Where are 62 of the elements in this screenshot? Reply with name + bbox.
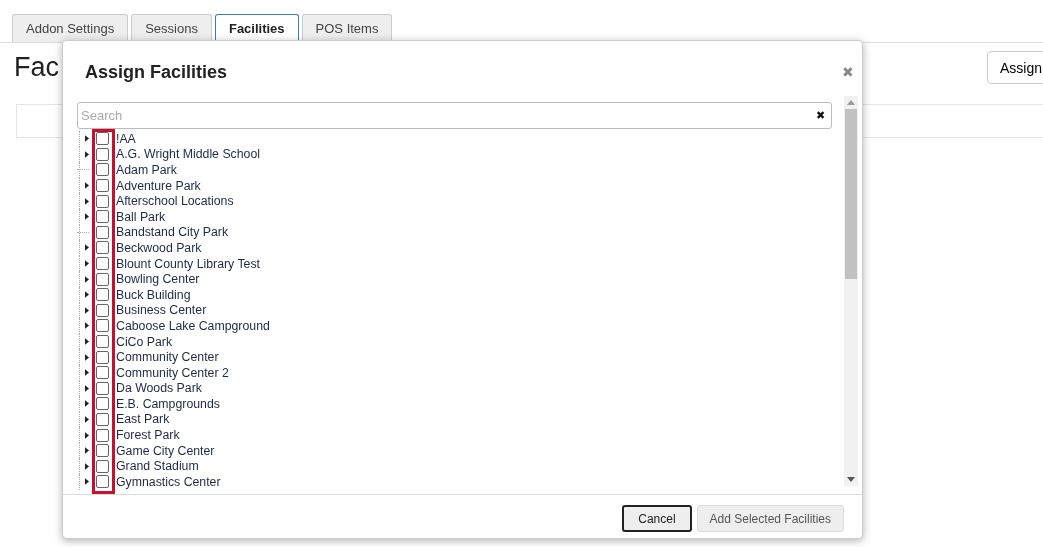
facility-name[interactable]: Bandstand City Park <box>116 225 229 240</box>
checkbox[interactable] <box>96 319 109 333</box>
assign-button[interactable]: Assign <box>986 51 1043 84</box>
facility-name[interactable]: CiCo Park <box>116 334 173 349</box>
expand-arrow-icon[interactable] <box>85 416 89 423</box>
checkbox[interactable] <box>96 428 109 442</box>
facility-name[interactable]: Gymnastics Center <box>116 474 221 489</box>
facility-name[interactable]: Caboose Lake Campground <box>116 318 270 333</box>
checkbox[interactable] <box>96 225 109 239</box>
checkbox[interactable] <box>96 397 109 411</box>
checkbox[interactable] <box>96 241 109 255</box>
add-selected-button[interactable]: Add Selected Facilities <box>696 505 844 532</box>
facility-name[interactable]: Beckwood Park <box>116 240 202 255</box>
checkbox[interactable] <box>96 163 109 177</box>
checkbox[interactable] <box>96 210 109 224</box>
facility-name[interactable]: Blount County Library Test <box>116 256 260 271</box>
facility-name[interactable]: Da Woods Park <box>116 381 202 396</box>
checkbox[interactable] <box>96 459 109 473</box>
facility-name[interactable]: Business Center <box>116 303 207 318</box>
facility-name[interactable]: !AA <box>116 131 136 146</box>
checkbox[interactable] <box>96 272 109 286</box>
scroll-down-icon[interactable] <box>847 477 855 482</box>
checkbox[interactable] <box>96 381 109 395</box>
page-heading: Fac <box>14 52 59 83</box>
tab[interactable]: Sessions <box>131 14 212 42</box>
checkbox[interactable] <box>96 350 109 364</box>
facility-name[interactable]: A.G. Wright Middle School <box>116 147 260 162</box>
checkbox[interactable] <box>96 257 109 271</box>
checkbox[interactable] <box>96 179 109 193</box>
tab[interactable]: Facilities <box>214 14 299 42</box>
facility-name[interactable]: Ball Park <box>116 209 166 224</box>
close-button[interactable]: ✖ <box>842 64 854 80</box>
checkbox[interactable] <box>96 147 109 161</box>
checkbox[interactable] <box>96 194 109 208</box>
checkbox[interactable] <box>96 444 109 458</box>
facility-name[interactable]: E.B. Campgrounds <box>116 396 220 411</box>
clear-search-button[interactable]: ✖ <box>810 109 831 122</box>
dialog-title: Assign Facilities <box>85 61 228 83</box>
facility-name[interactable]: East Park <box>116 412 170 427</box>
checkbox[interactable] <box>96 132 109 146</box>
tab[interactable]: POS Items <box>301 14 393 42</box>
checkbox[interactable] <box>96 335 109 348</box>
facility-name[interactable]: Forest Park <box>116 428 180 443</box>
facility-name[interactable]: Bowling Center <box>116 272 200 287</box>
facility-name[interactable]: Afterschool Locations <box>116 194 234 209</box>
cancel-button[interactable]: Cancel <box>622 505 692 532</box>
facility-name[interactable]: Buck Building <box>116 287 191 302</box>
tab[interactable]: Addon Settings <box>12 14 129 42</box>
facility-name[interactable]: Adventure Park <box>116 178 201 193</box>
checkbox[interactable] <box>96 288 109 302</box>
facility-name[interactable]: Community Center 2 <box>116 365 229 380</box>
facility-name[interactable]: Grand Stadium <box>116 459 199 474</box>
facility-name[interactable]: Adam Park <box>116 163 177 177</box>
facility-name[interactable]: Community Center <box>116 350 219 365</box>
facility-name[interactable]: Game City Center <box>116 443 215 458</box>
checkbox[interactable] <box>96 366 109 380</box>
expand-arrow-icon[interactable] <box>85 338 89 345</box>
checkbox[interactable] <box>96 303 109 317</box>
scrollbar[interactable] <box>844 96 858 486</box>
checkbox[interactable] <box>96 413 109 426</box>
search-field[interactable]: Search ✖ <box>77 102 832 129</box>
checkbox[interactable] <box>96 475 109 489</box>
